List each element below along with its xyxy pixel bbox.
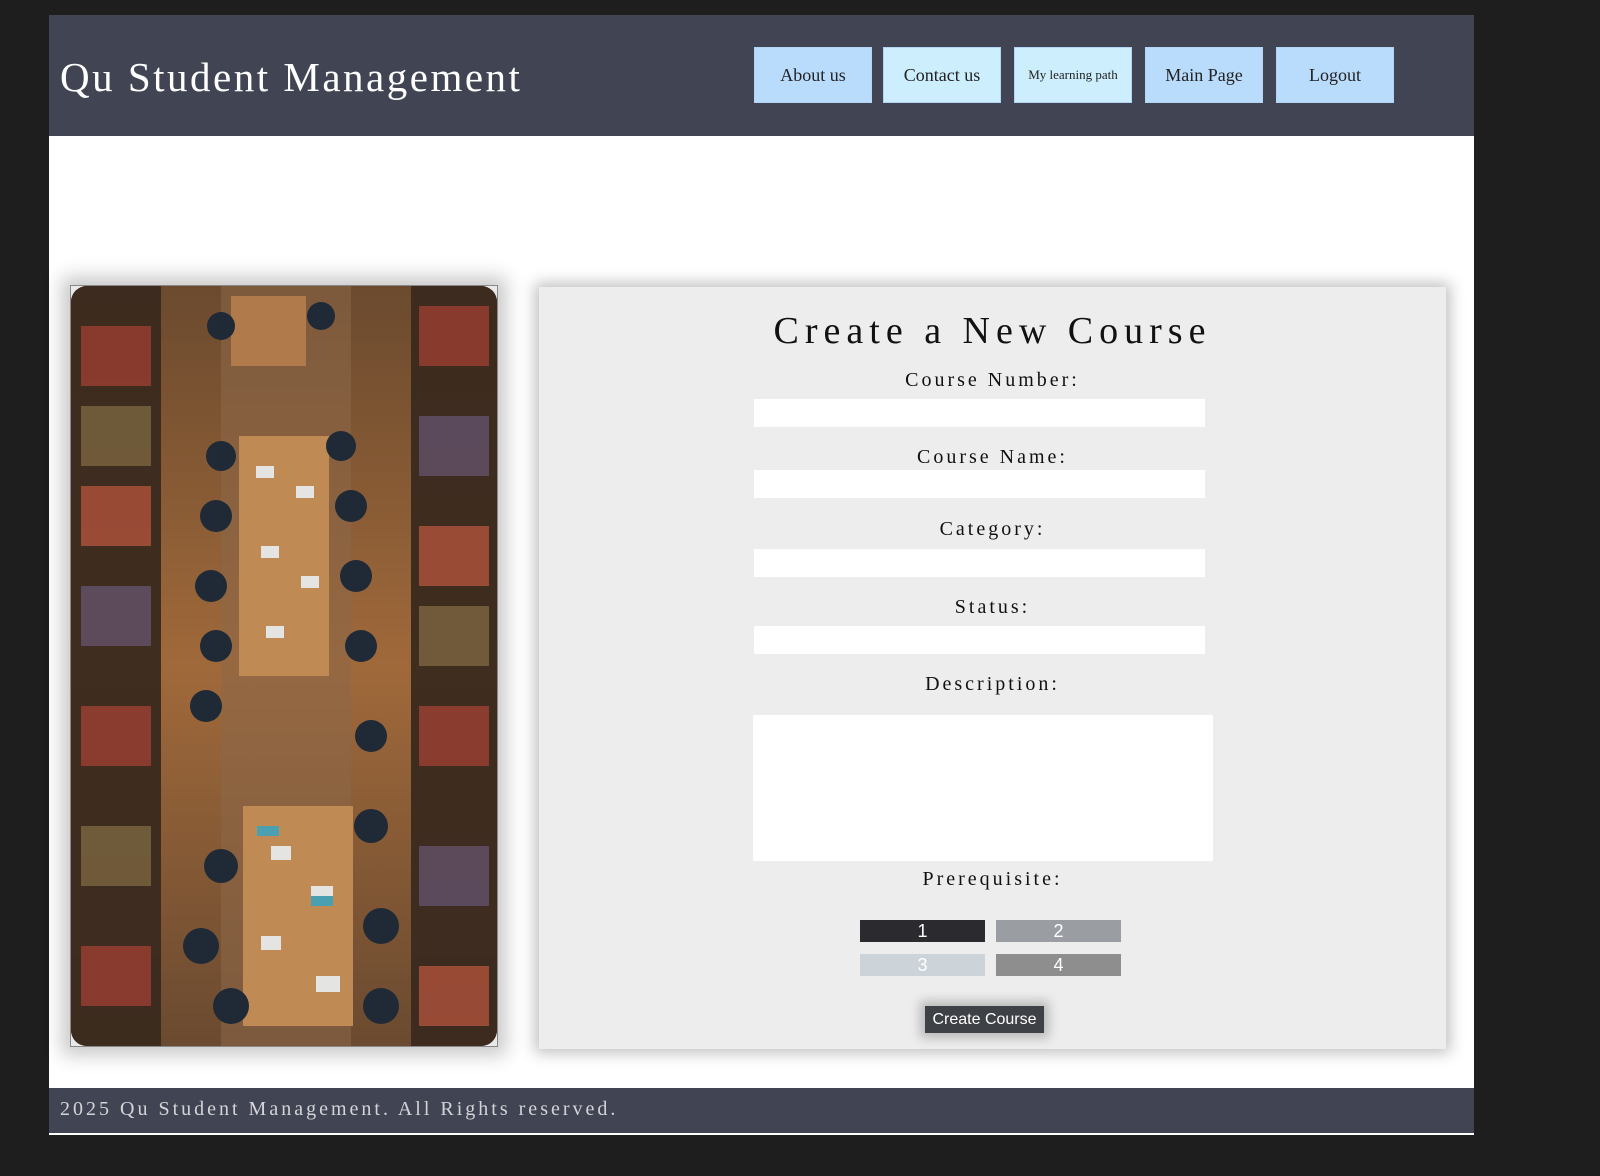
nav-contact-us-button[interactable]: Contact us	[883, 47, 1001, 103]
site-footer: 2025 Qu Student Management. All Rights r…	[49, 1088, 1474, 1135]
page: Qu Student Management About us Contact u…	[49, 15, 1474, 1135]
nav-learning-path-button[interactable]: My learning path	[1014, 47, 1132, 103]
library-photo-frame	[70, 285, 498, 1047]
course-number-label: Course Number:	[905, 369, 1080, 391]
description-label: Description:	[925, 673, 1060, 695]
site-header: Qu Student Management About us Contact u…	[49, 15, 1474, 136]
prerequisite-option-3[interactable]: 3	[860, 954, 985, 976]
library-illustration-icon	[71, 286, 497, 1046]
create-course-button[interactable]: Create Course	[925, 1006, 1044, 1033]
footer-copyright: 2025 Qu Student Management. All Rights r…	[60, 1098, 619, 1120]
nav-main-page-button[interactable]: Main Page	[1145, 47, 1263, 103]
create-course-form: Create a New Course Course Number: Cours…	[539, 287, 1446, 1049]
category-input[interactable]	[754, 549, 1205, 577]
category-label: Category:	[939, 518, 1046, 540]
main-content: Create a New Course Course Number: Cours…	[49, 136, 1474, 1104]
nav-about-us-button[interactable]: About us	[754, 47, 872, 103]
prerequisite-option-4[interactable]: 4	[996, 954, 1121, 976]
library-study-hall-photo	[71, 286, 497, 1046]
prerequisite-option-2[interactable]: 2	[996, 920, 1121, 942]
status-input[interactable]	[754, 626, 1205, 654]
form-title: Create a New Course	[773, 310, 1212, 352]
prerequisite-label: Prerequisite:	[922, 868, 1063, 890]
nav-logout-button[interactable]: Logout	[1276, 47, 1394, 103]
description-textarea[interactable]	[753, 715, 1213, 861]
course-name-input[interactable]	[754, 470, 1205, 498]
status-label: Status:	[954, 596, 1031, 618]
brand-title: Qu Student Management	[60, 54, 523, 100]
course-name-label: Course Name:	[917, 446, 1068, 468]
course-number-input[interactable]	[754, 399, 1205, 427]
prerequisite-option-1[interactable]: 1	[860, 920, 985, 942]
